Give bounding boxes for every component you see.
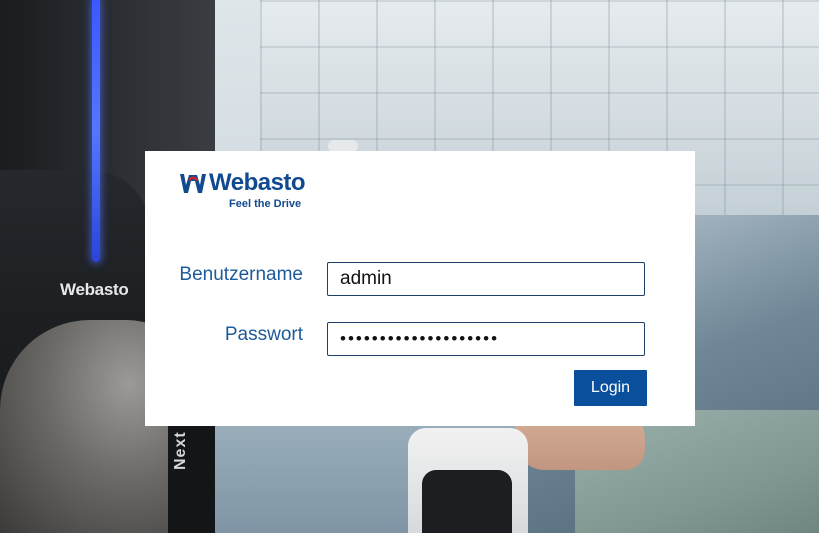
background-charger-led [92, 0, 100, 262]
password-input[interactable] [327, 322, 645, 356]
background-charger-logo: Webasto [60, 280, 129, 299]
password-label: Passwort [224, 324, 303, 345]
logo-tagline: Feel the Drive [229, 198, 302, 210]
login-button[interactable]: Login [574, 370, 647, 406]
background-charger-model: Next [172, 431, 189, 470]
username-input[interactable] [327, 262, 645, 296]
webasto-w-icon [179, 171, 207, 195]
background-plug-socket [422, 470, 512, 533]
username-label: Benutzername [179, 264, 303, 285]
logo-text: Webasto [209, 169, 306, 196]
login-card: Webasto Feel the Drive Benutzername Pass… [145, 151, 695, 426]
logo-wordmark: Webasto [179, 169, 306, 196]
webasto-logo: Webasto Feel the Drive [179, 169, 306, 210]
